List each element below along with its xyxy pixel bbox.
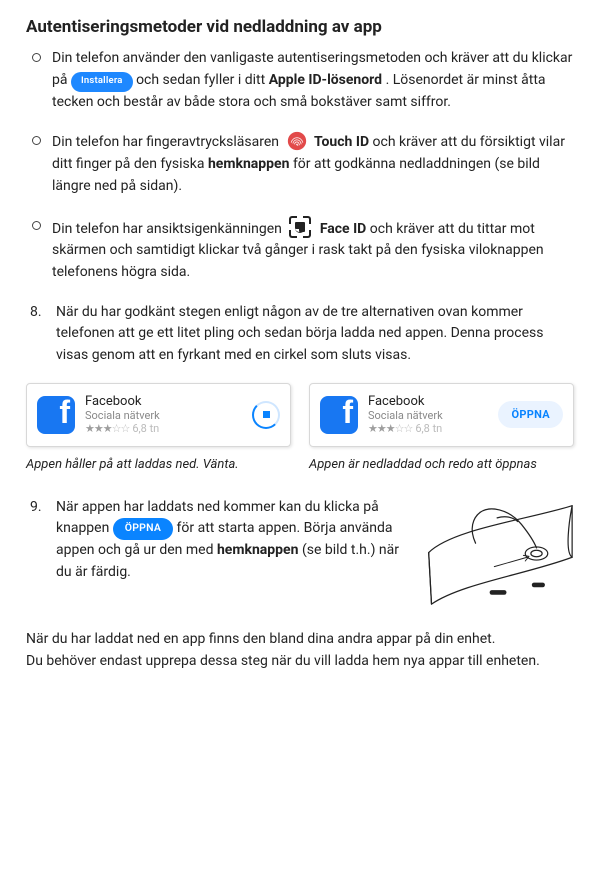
outro-paragraph: När du har laddat ned en app finns den b… <box>26 629 574 672</box>
app-category: Sociala nätverk <box>368 409 498 422</box>
step-list: När du har godkänt stegen enligt någon a… <box>26 302 574 367</box>
text: Din telefon har ansiktsigenkänningen <box>52 221 285 237</box>
home-button-label: hemknappen <box>217 542 299 558</box>
app-category: Sociala nätverk <box>85 409 252 422</box>
text: När du har laddat ned en app finns den b… <box>26 631 495 647</box>
apple-id-label: Apple ID-lösenord <box>269 72 382 88</box>
face-id-icon <box>289 216 311 238</box>
facebook-app-icon <box>320 396 358 434</box>
auth-method-item-password: Din telefon använder den vanligaste aute… <box>46 48 574 113</box>
touch-id-label: Touch ID <box>314 134 369 150</box>
app-name: Facebook <box>368 394 498 410</box>
app-rating: ★★★☆☆6,8 tn <box>85 422 252 435</box>
app-card-ready: Facebook Sociala nätverk ★★★☆☆6,8 tn ÖPP… <box>309 383 574 447</box>
open-pill: ÖPPNA <box>113 518 173 539</box>
app-meta: Facebook Sociala nätverk ★★★☆☆6,8 tn <box>85 394 252 436</box>
step-9: När appen har laddats ned kommer kan du … <box>54 497 574 614</box>
download-spinner-icon <box>252 401 280 429</box>
app-card-downloading: Facebook Sociala nätverk ★★★☆☆6,8 tn <box>26 383 291 447</box>
text: och sedan fyller i ditt <box>136 72 269 88</box>
caption-ready: Appen är nedladdad och redo att öppnas <box>309 455 574 475</box>
auth-method-item-faceid: Din telefon har ansiktsigenkänningen Fac… <box>46 216 574 284</box>
step-9-text: När appen har laddats ned kommer kan du … <box>56 497 414 584</box>
install-pill: Installera <box>71 72 133 92</box>
phone-home-button-illustration <box>424 501 574 614</box>
auth-method-list: Din telefon använder den vanligaste aute… <box>26 48 574 283</box>
app-name: Facebook <box>85 394 252 410</box>
page-heading: Autentiseringsmetoder vid nedladdning av… <box>26 14 574 40</box>
app-card-row: Facebook Sociala nätverk ★★★☆☆6,8 tn Fac… <box>26 383 574 447</box>
caption-downloading: Appen håller på att laddas ned. Vänta. <box>26 455 291 475</box>
app-rating: ★★★☆☆6,8 tn <box>368 422 498 435</box>
auth-method-item-touchid: Din telefon har fingeravtrycksläsaren To… <box>46 131 574 197</box>
home-button-label: hemknappen <box>208 156 290 172</box>
open-app-button[interactable]: ÖPPNA <box>498 401 563 428</box>
facebook-app-icon <box>37 396 75 434</box>
text: Din telefon har fingeravtrycksläsaren <box>52 134 283 150</box>
text: Du behöver endast upprepa dessa steg när… <box>26 653 540 669</box>
app-meta: Facebook Sociala nätverk ★★★☆☆6,8 tn <box>368 394 498 436</box>
caption-row: Appen håller på att laddas ned. Vänta. A… <box>26 455 574 475</box>
face-id-label: Face ID <box>320 221 366 237</box>
fingerprint-icon <box>287 131 307 151</box>
step-8: När du har godkänt stegen enligt någon a… <box>54 302 574 367</box>
step-list-2: När appen har laddats ned kommer kan du … <box>26 497 574 614</box>
